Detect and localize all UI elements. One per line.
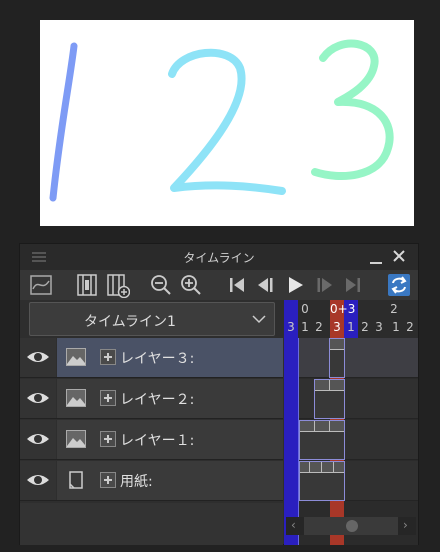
- chevron-down-icon: [252, 315, 266, 324]
- frame-number-current: 3: [333, 320, 341, 334]
- drawing-canvas[interactable]: [40, 20, 414, 226]
- canvas-drawing: [49, 39, 394, 202]
- last-frame-icon: [346, 278, 360, 292]
- eye-icon: [27, 352, 49, 362]
- raster-layer-icon: [66, 348, 86, 366]
- frame-grid[interactable]: 0 0+3 2 3 1 2 3 1 2 3 1 2: [284, 300, 418, 545]
- visibility-toggle[interactable]: [20, 379, 56, 418]
- cel-spec-icon: [77, 274, 97, 296]
- zoom-in-icon: [181, 275, 201, 295]
- playback-range-line: [298, 338, 299, 545]
- new-cel-icon: [107, 274, 130, 298]
- frame-label-top: 0: [301, 302, 309, 316]
- last-frame-button[interactable]: [342, 274, 364, 296]
- timeline-select-value: タイムライン1: [84, 314, 176, 330]
- expand-folder-icon[interactable]: [100, 390, 116, 406]
- cel-block[interactable]: [299, 420, 345, 460]
- frame-number: 3: [287, 320, 295, 334]
- layer-item[interactable]: レイヤー１:: [57, 420, 283, 459]
- cel-block[interactable]: [299, 461, 345, 501]
- frame-number: 1: [301, 320, 309, 334]
- timeline-select[interactable]: タイムライン1: [29, 302, 275, 336]
- frame-number: 3: [375, 320, 383, 334]
- raster-layer-icon: [66, 430, 86, 448]
- playback-start-marker: [284, 300, 298, 545]
- graph-button[interactable]: [30, 274, 52, 296]
- cel-block[interactable]: [314, 379, 345, 419]
- expand-folder-icon[interactable]: [100, 349, 116, 365]
- scroll-left-icon[interactable]: ‹: [291, 518, 296, 532]
- layer-row-paper[interactable]: 用紙:: [20, 461, 283, 501]
- scroll-right-icon[interactable]: ›: [403, 518, 408, 532]
- panel-title: タイムライン: [183, 251, 255, 265]
- graph-icon: [30, 275, 52, 295]
- zoom-out-button[interactable]: [150, 274, 172, 296]
- layer-name: 用紙:: [120, 474, 153, 490]
- next-frame-button[interactable]: [314, 274, 336, 296]
- minimize-button[interactable]: [369, 250, 383, 264]
- timeline-panel: タイムライン タイムライン1 レイヤー３: レイヤー２: レイヤー１: 用紙: …: [19, 243, 419, 545]
- frame-number: 1: [392, 320, 400, 334]
- next-frame-icon: [317, 278, 332, 292]
- layer-name: レイヤー１:: [120, 433, 195, 449]
- layer-row-1[interactable]: レイヤー１:: [20, 420, 283, 460]
- timeline-toolbar: [20, 270, 418, 300]
- frame-number: 2: [406, 320, 414, 334]
- paper-layer-icon: [69, 471, 83, 489]
- frame-row[interactable]: [298, 338, 418, 378]
- layer-row-3[interactable]: レイヤー３:: [20, 338, 283, 378]
- layer-item[interactable]: レイヤー３:: [57, 338, 283, 377]
- zoom-in-button[interactable]: [180, 274, 202, 296]
- stroke-digit-1: [49, 42, 78, 202]
- visibility-toggle[interactable]: [20, 420, 56, 459]
- layer-item[interactable]: レイヤー２:: [57, 379, 283, 418]
- loop-button[interactable]: [388, 274, 410, 296]
- expand-folder-icon[interactable]: [100, 472, 116, 488]
- scroll-track[interactable]: [304, 517, 398, 535]
- eye-icon: [27, 434, 49, 444]
- frame-label-top-current: 0+3: [330, 302, 356, 316]
- zoom-out-icon: [151, 275, 171, 295]
- expand-folder-icon[interactable]: [100, 431, 116, 447]
- first-frame-icon: [230, 278, 244, 292]
- eye-icon: [27, 475, 49, 485]
- frame-number: 2: [315, 320, 323, 334]
- layer-row-2[interactable]: レイヤー２:: [20, 379, 283, 419]
- stroke-digit-3: [311, 39, 394, 181]
- cel-block[interactable]: [329, 338, 345, 378]
- close-button[interactable]: [391, 248, 407, 264]
- frame-label-top: 2: [390, 302, 398, 316]
- scroll-thumb[interactable]: [346, 520, 358, 532]
- visibility-toggle[interactable]: [20, 338, 56, 377]
- prev-frame-button[interactable]: [254, 274, 276, 296]
- first-frame-button[interactable]: [226, 274, 248, 296]
- eye-icon: [27, 393, 49, 403]
- close-icon: [393, 250, 405, 262]
- cel-spec-button[interactable]: [76, 274, 98, 296]
- prev-frame-icon: [258, 278, 273, 292]
- frame-number: 2: [361, 320, 369, 334]
- layer-item[interactable]: 用紙:: [57, 461, 283, 500]
- loop-icon: [391, 276, 407, 294]
- raster-layer-icon: [66, 389, 86, 407]
- horizontal-scrollbar[interactable]: ‹ ›: [286, 517, 416, 535]
- stroke-digit-2: [168, 48, 286, 195]
- layer-name: レイヤー３:: [120, 351, 195, 367]
- new-cel-button[interactable]: [106, 274, 130, 298]
- layer-list-empty-area: [20, 503, 283, 545]
- frame-number: 1: [347, 320, 355, 334]
- visibility-toggle[interactable]: [20, 461, 56, 500]
- play-icon: [289, 277, 303, 293]
- layer-name: レイヤー２:: [120, 392, 195, 408]
- panel-titlebar: タイムライン: [20, 244, 418, 270]
- play-button[interactable]: [284, 274, 306, 296]
